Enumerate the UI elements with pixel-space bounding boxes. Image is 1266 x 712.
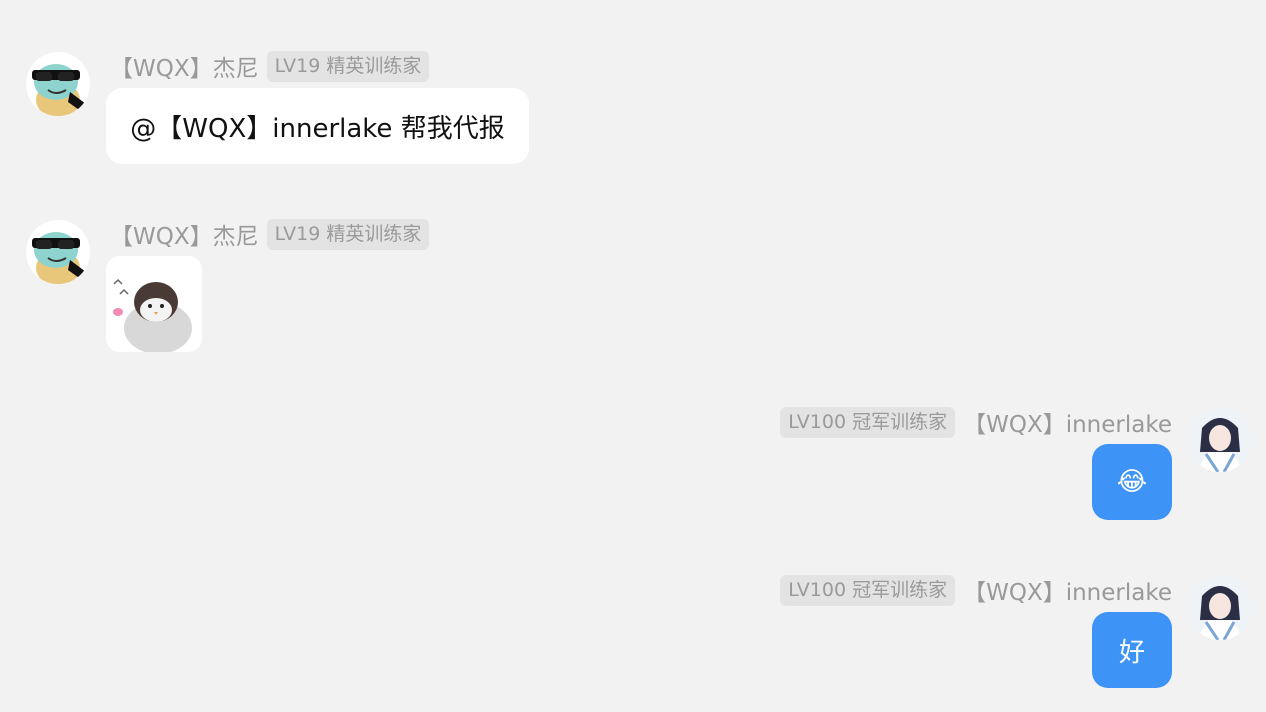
message-text: @【WQX】innerlake 帮我代报 bbox=[130, 113, 505, 144]
anime-avatar-icon[interactable] bbox=[1188, 408, 1252, 472]
level-badge: LV100 冠军训练家 bbox=[780, 406, 956, 438]
sender-row: 【WQX】杰尼 LV19 精英训练家 bbox=[110, 49, 430, 83]
message-bubble[interactable]: @【WQX】innerlake 帮我代报 bbox=[106, 88, 529, 164]
message-bubble[interactable]: 😂 bbox=[1092, 444, 1172, 520]
message-text: 好 bbox=[1118, 637, 1145, 668]
sender-row: LV100 冠军训练家 【WQX】innerlake bbox=[780, 574, 1172, 606]
anime-avatar-icon[interactable] bbox=[1188, 576, 1252, 640]
sender-row: LV100 冠军训练家 【WQX】innerlake bbox=[780, 406, 1172, 438]
level-badge: LV19 精英训练家 bbox=[266, 218, 430, 250]
sender-name[interactable]: 【WQX】innerlake bbox=[963, 573, 1172, 607]
squirtle-avatar-icon[interactable] bbox=[26, 52, 90, 116]
sender-name[interactable]: 【WQX】杰尼 bbox=[110, 49, 259, 83]
squirtle-avatar-icon[interactable] bbox=[26, 220, 90, 284]
message-bubble[interactable]: 好 bbox=[1092, 612, 1172, 688]
level-badge: LV19 精英训练家 bbox=[266, 50, 430, 82]
sender-row: 【WQX】杰尼 LV19 精英训练家 bbox=[110, 217, 430, 251]
level-badge: LV100 冠军训练家 bbox=[780, 574, 956, 606]
emoji-tears-of-joy: 😂 bbox=[1116, 467, 1148, 497]
sender-name[interactable]: 【WQX】杰尼 bbox=[110, 217, 259, 251]
chat-panel: 【WQX】杰尼 LV19 精英训练家 @【WQX】innerlake 帮我代报 … bbox=[0, 0, 1266, 712]
sender-name[interactable]: 【WQX】innerlake bbox=[963, 405, 1172, 439]
penguin-sticker-icon[interactable] bbox=[106, 256, 202, 352]
